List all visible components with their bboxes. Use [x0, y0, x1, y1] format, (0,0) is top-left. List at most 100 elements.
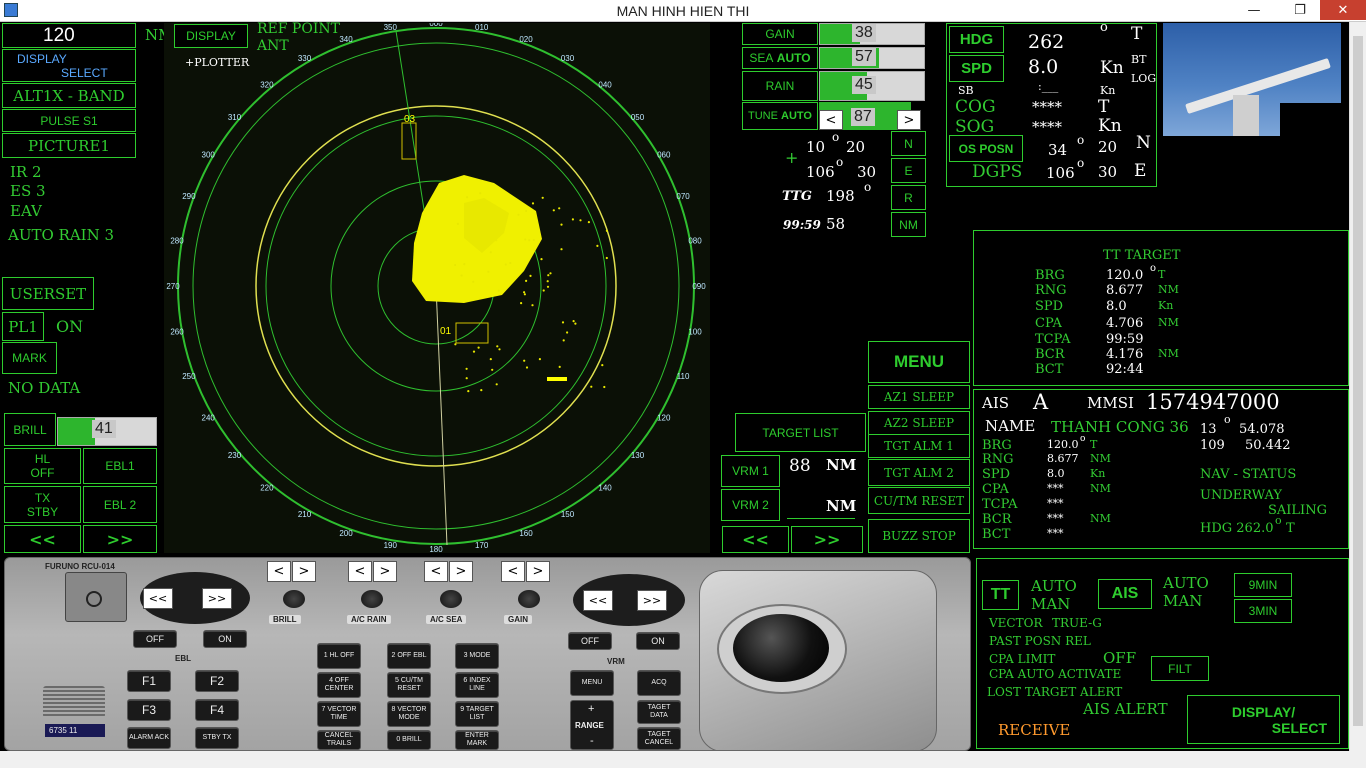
- ais-button[interactable]: AIS: [1098, 579, 1152, 609]
- buzz-stop-button[interactable]: BUZZ STOP: [868, 519, 970, 553]
- acsea-increase[interactable]: >: [449, 561, 473, 582]
- key-1-hl-off[interactable]: 1 HL OFF: [317, 643, 361, 669]
- ebl-off-key[interactable]: OFF: [133, 630, 177, 648]
- ebl-on-key[interactable]: ON: [203, 630, 247, 648]
- acq-key[interactable]: ACQ: [637, 670, 681, 696]
- gain-decrease[interactable]: <: [501, 561, 525, 582]
- sea-slider[interactable]: 57: [819, 47, 925, 69]
- tune-increase-button[interactable]: >: [897, 110, 921, 130]
- cancel-trails-key[interactable]: CANCEL TRAILS: [317, 730, 361, 750]
- f2-key[interactable]: F2: [195, 670, 239, 692]
- vertical-scrollbar[interactable]: [1349, 22, 1366, 751]
- vrm-prev-button[interactable]: <<: [722, 526, 789, 553]
- spd-button[interactable]: SPD: [949, 55, 1004, 82]
- close-button[interactable]: ✕: [1320, 0, 1366, 20]
- cu-tm-reset-button[interactable]: CU/TM RESET: [868, 487, 970, 514]
- sea-button[interactable]: SEA AUTO: [742, 47, 818, 69]
- tune-slider[interactable]: < 87 >: [819, 102, 925, 130]
- dial-next-button[interactable]: >>: [202, 588, 232, 609]
- control-knob[interactable]: [518, 590, 540, 608]
- vrm-dial-next[interactable]: >>: [637, 590, 667, 611]
- key-9-target-list[interactable]: 9 TARGET LIST: [455, 701, 499, 727]
- range-box[interactable]: 120: [2, 23, 136, 48]
- picture-button[interactable]: PICTURE1: [2, 133, 136, 158]
- left-prev-button[interactable]: <<: [4, 525, 81, 553]
- menu-key[interactable]: MENU: [570, 670, 614, 696]
- az2-sleep-button[interactable]: AZ2 SLEEP: [868, 411, 970, 435]
- minimize-button[interactable]: —: [1240, 0, 1268, 20]
- enter-mark-key[interactable]: ENTER MARK: [455, 730, 499, 750]
- key-6-index-line[interactable]: 6 INDEX LINE: [455, 672, 499, 698]
- target-03-box[interactable]: [401, 122, 417, 160]
- pl1-button[interactable]: PL1: [2, 312, 44, 341]
- gain-slider[interactable]: 38: [819, 23, 925, 45]
- filt-button[interactable]: FILT: [1151, 656, 1209, 681]
- display-select-bottom-button[interactable]: DISPLAY/ SELECT: [1187, 695, 1340, 744]
- brill-slider[interactable]: 41: [57, 417, 157, 446]
- pulse-button[interactable]: PULSE S1: [2, 109, 136, 132]
- radar-area[interactable]: 000 010 020 030 040 050 060 070 080 090 100 110 120 1…: [164, 23, 710, 553]
- menu-button[interactable]: MENU: [868, 341, 970, 383]
- brill-button[interactable]: BRILL: [4, 413, 56, 446]
- gain-button[interactable]: GAIN: [742, 23, 818, 45]
- key-8-vector-mode[interactable]: 8 VECTOR MODE: [387, 701, 431, 727]
- tx-stby-button[interactable]: TX STBY: [4, 486, 81, 523]
- mark-button[interactable]: MARK: [2, 342, 57, 374]
- target-cancel-key[interactable]: TAGET CANCEL: [637, 727, 681, 750]
- trackball[interactable]: [733, 614, 829, 682]
- horizontal-scrollbar[interactable]: [0, 751, 1366, 768]
- stby-tx-key[interactable]: STBY TX: [195, 727, 239, 749]
- tune-decrease-button[interactable]: <: [819, 110, 843, 130]
- control-knob[interactable]: [440, 590, 462, 608]
- dial-prev-button[interactable]: <<: [143, 588, 173, 609]
- radar-display-button[interactable]: DISPLAY: [174, 24, 248, 48]
- n-button[interactable]: N: [891, 131, 926, 156]
- radar-ppi[interactable]: 000 010 020 030 040 050 060 070 080 090 100 110 120 1…: [164, 23, 710, 553]
- hdg-button[interactable]: HDG: [949, 26, 1004, 53]
- scroll-thumb[interactable]: [1353, 36, 1363, 726]
- key-2-off-ebl[interactable]: 2 OFF EBL: [387, 643, 431, 669]
- control-knob[interactable]: [283, 590, 305, 608]
- range-minus[interactable]: -: [590, 735, 594, 747]
- userset-button[interactable]: USERSET: [2, 277, 94, 310]
- tgt-alm2-button[interactable]: TGT ALM 2: [868, 459, 970, 486]
- key-3-mode[interactable]: 3 MODE: [455, 643, 499, 669]
- hl-off-button[interactable]: HL OFF: [4, 448, 81, 484]
- display-select-button[interactable]: DISPLAY SELECT: [2, 49, 136, 82]
- vrm1-button[interactable]: VRM 1: [721, 455, 780, 487]
- range-plus[interactable]: +: [588, 703, 594, 715]
- target-list-button[interactable]: TARGET LIST: [735, 413, 866, 452]
- az1-sleep-button[interactable]: AZ1 SLEEP: [868, 385, 970, 409]
- ebl2-button[interactable]: EBL 2: [83, 486, 157, 523]
- rain-button[interactable]: RAIN: [742, 71, 818, 101]
- key-5-cutm-reset[interactable]: 5 CU/TM RESET: [387, 672, 431, 698]
- band-button[interactable]: ALT1X - BAND: [2, 83, 136, 108]
- ebl1-button[interactable]: EBL1: [83, 448, 157, 484]
- gain-increase[interactable]: >: [526, 561, 550, 582]
- restore-button[interactable]: ❐: [1286, 0, 1314, 20]
- alarm-ack-key[interactable]: ALARM ACK: [127, 727, 171, 749]
- vrm-off-key[interactable]: OFF: [568, 632, 612, 650]
- rain-slider[interactable]: 45: [819, 71, 925, 101]
- acrain-decrease[interactable]: <: [348, 561, 372, 582]
- key-7-vector-time[interactable]: 7 VECTOR TIME: [317, 701, 361, 727]
- three-min-button[interactable]: 3MIN: [1234, 599, 1292, 623]
- f1-key[interactable]: F1: [127, 670, 171, 692]
- tgt-alm1-button[interactable]: TGT ALM 1: [868, 434, 970, 458]
- vrm-on-key[interactable]: ON: [636, 632, 680, 650]
- range-key-group[interactable]: + RANGE -: [570, 700, 614, 750]
- vrm-next-button[interactable]: >>: [791, 526, 863, 553]
- tt-button[interactable]: TT: [982, 580, 1019, 610]
- vrm-dial-prev[interactable]: <<: [583, 590, 613, 611]
- key-0-brill[interactable]: 0 BRILL: [387, 730, 431, 750]
- nm-button[interactable]: NM: [891, 212, 926, 237]
- power-switch[interactable]: [65, 572, 127, 622]
- vrm2-button[interactable]: VRM 2: [721, 489, 780, 521]
- left-next-button[interactable]: >>: [83, 525, 157, 553]
- brill-decrease[interactable]: <: [267, 561, 291, 582]
- os-posn-button[interactable]: OS POSN: [949, 135, 1023, 162]
- acrain-increase[interactable]: >: [373, 561, 397, 582]
- e-button[interactable]: E: [891, 158, 926, 183]
- acsea-decrease[interactable]: <: [424, 561, 448, 582]
- control-knob[interactable]: [361, 590, 383, 608]
